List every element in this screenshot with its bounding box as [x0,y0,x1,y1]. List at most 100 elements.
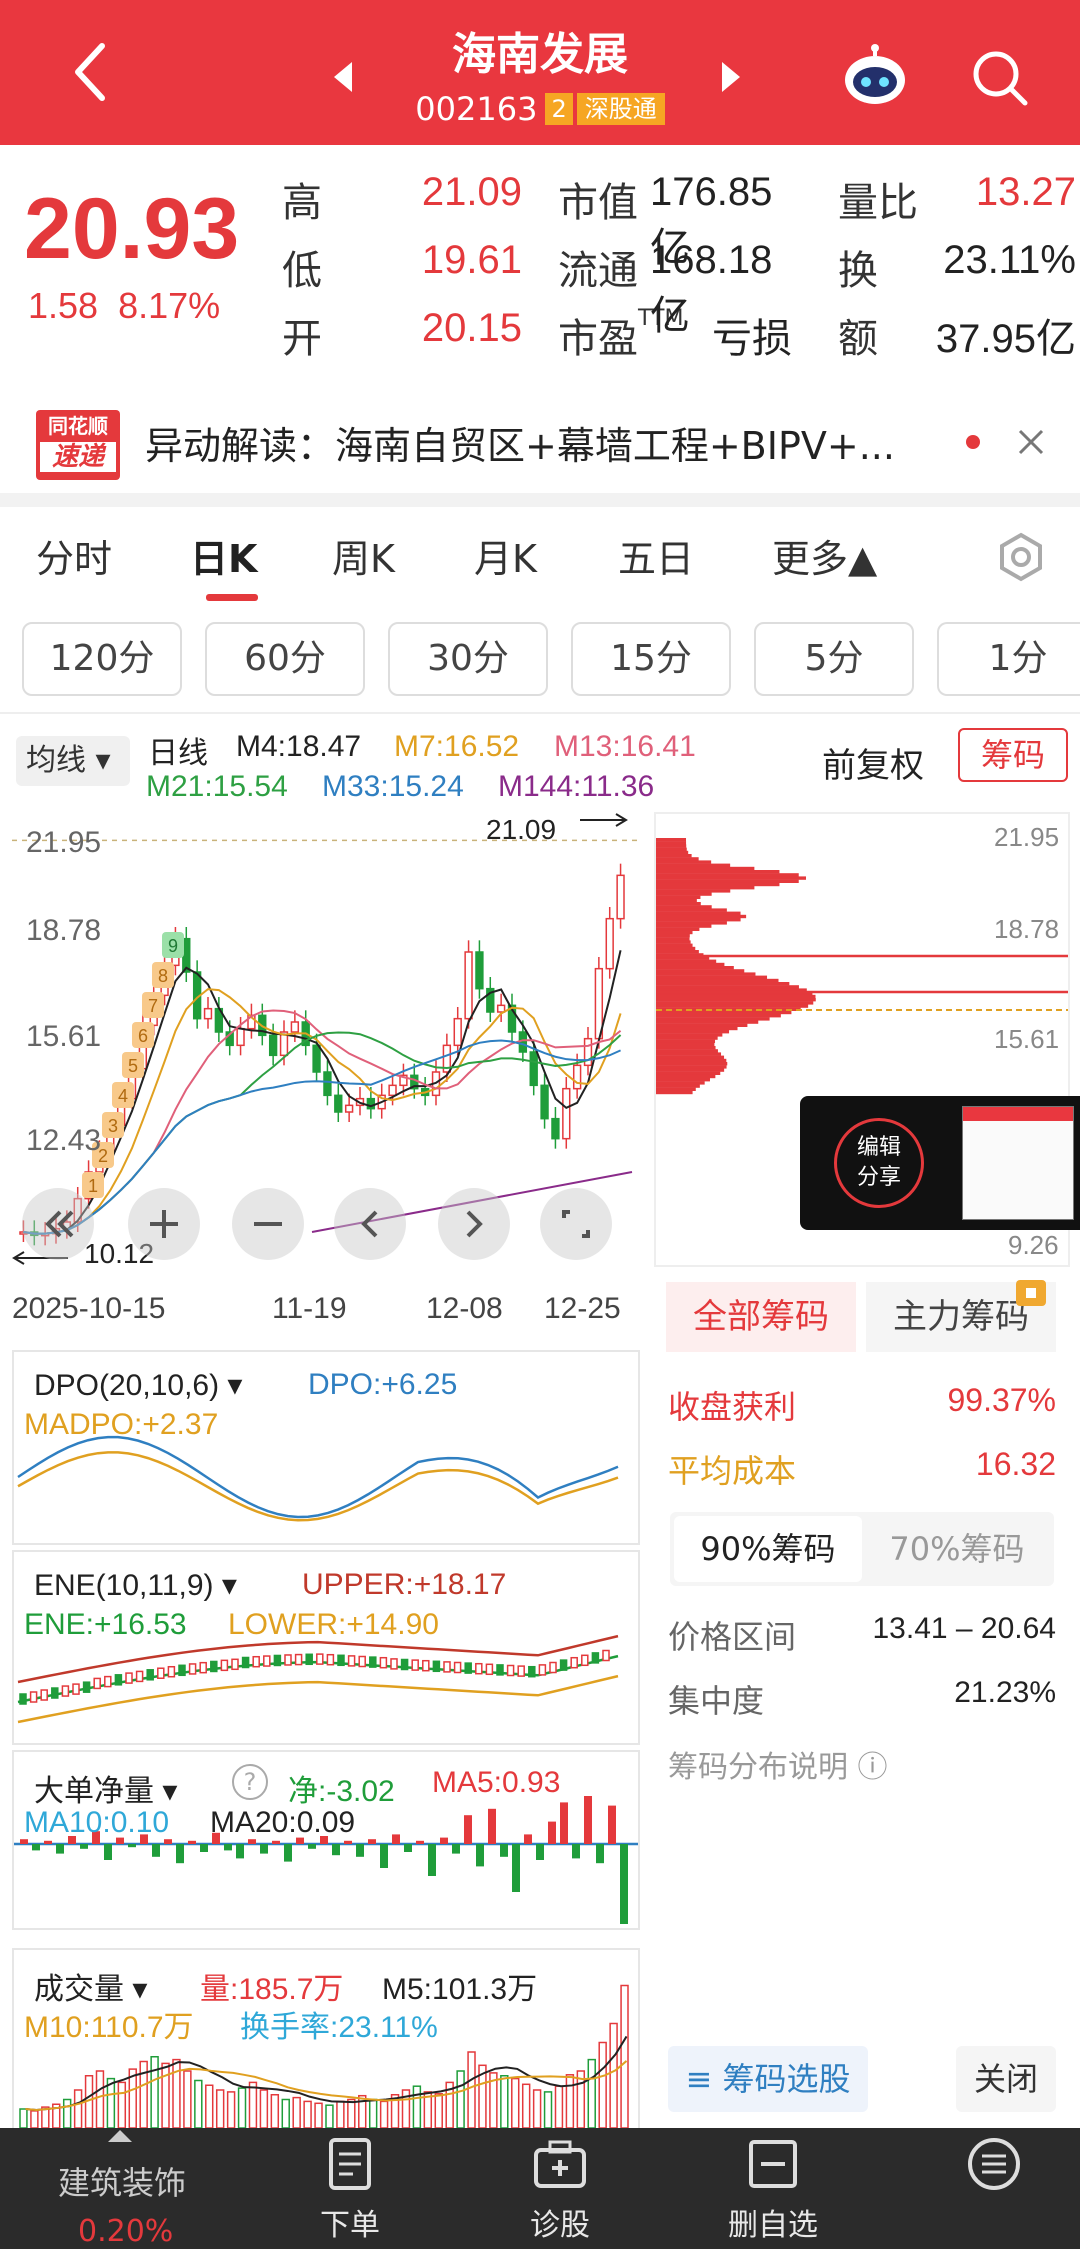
bigorder-bar [608,1805,616,1844]
chip-bar [656,914,747,919]
candle-body [540,1084,549,1120]
btn-5min[interactable]: 5分 [754,622,914,696]
volume-bar [270,2094,280,2128]
close-icon[interactable] [1016,427,1046,457]
candle-body [496,1004,506,1013]
zoom-out-button[interactable] [232,1188,304,1260]
expand-icon[interactable] [108,2130,132,2142]
btn-1min[interactable]: 1分 [937,622,1080,696]
tab-monthly-k[interactable]: 月K [474,528,537,583]
market-badge: 深股通 [576,93,665,125]
news-banner[interactable]: 同花顺 速递 异动解读：海南自贸区+幕墙工程+BIPV+... [0,385,1080,500]
chip-button[interactable]: 筹码 [958,728,1068,782]
settings-icon[interactable] [996,532,1046,582]
tab-five-day[interactable]: 五日 [618,528,694,583]
chip-bar [656,927,700,931]
edit-share-button[interactable]: 编辑 分享 [834,1118,924,1208]
tab-indicator [206,594,258,601]
ene-candle [104,1675,112,1688]
chip-bar [656,940,691,944]
btn-90-chips[interactable]: 90%筹码 [674,1516,862,1582]
screenshot-thumbnail[interactable] [962,1106,1074,1220]
fast-back-button[interactable] [22,1188,94,1260]
chip-bar [656,1014,781,1018]
btn-30min[interactable]: 30分 [388,622,548,696]
fullscreen-button[interactable] [540,1188,612,1260]
candle-body [334,1094,343,1113]
adjust-mode[interactable]: 前复权 [822,738,924,787]
ene-candle [591,1652,600,1664]
chip-select-button[interactable]: ≡ 筹码选股 [668,2046,868,2112]
zoom-in-button[interactable] [128,1188,200,1260]
ene-upper: UPPER:+18.17 [302,1568,507,1601]
chip-percent-toggle: 90%筹码 70%筹码 [670,1512,1054,1586]
chip-explain-link[interactable]: 筹码分布说明 ⓘ [668,1742,888,1786]
pe-value: 亏损 [712,317,792,361]
tab-all-chips[interactable]: 全部筹码 [666,1282,856,1352]
ene-candle [252,1655,260,1668]
ene-candle [581,1654,589,1667]
candle-body [290,1021,300,1033]
bigorder-bar [548,1821,556,1844]
chip-close-button[interactable]: 关闭 [956,2046,1056,2112]
chip-bar [656,889,731,893]
dpo-value: DPO:+6.25 [308,1368,458,1401]
btn-70-chips[interactable]: 70%筹码 [864,1516,1050,1582]
chip-bar [656,937,690,941]
ene-candle [337,1654,345,1667]
ene-candle [19,1693,27,1705]
diagnose-button[interactable]: 诊股 [510,2136,610,2244]
max-price-marker: 21.09 [486,814,557,845]
chip-bar [656,1036,718,1040]
chip-bar [656,1090,693,1095]
ma13-label: M13:16.41 [554,730,696,763]
scroll-right-button[interactable] [438,1188,510,1260]
help-icon[interactable]: ? [232,1764,268,1800]
order-button[interactable]: 下单 [300,2136,400,2244]
chip-bar [656,998,816,1002]
sector-name[interactable]: 建筑装饰 [58,2158,186,2204]
btn-60min[interactable]: 60分 [205,622,365,696]
search-icon[interactable] [970,48,1030,108]
madpo-value: MADPO:+2.37 [24,1408,219,1441]
chip-bar [656,1046,716,1050]
robot-assistant-icon[interactable] [842,44,908,106]
chip-bar [656,946,696,951]
more-menu-button[interactable] [944,2136,1044,2200]
chip-bar [656,838,687,842]
chip-bar [656,1004,809,1008]
vol-ratio-label: 量比 [838,180,918,226]
bigorder-bar [104,1844,112,1860]
volume-bar [183,2070,192,2128]
btn-120min[interactable]: 120分 [22,622,182,696]
chip-bar [656,879,799,883]
ma-selector[interactable]: 均线 ▾ [16,736,130,786]
mcap-label: 市值 [558,180,638,226]
ene-candle [146,1669,154,1681]
volume-turnover: 换手率:23.11% [240,2011,438,2044]
chip-bar [656,1084,700,1088]
chip-bar [656,863,731,867]
ene-candle [220,1659,229,1672]
candle-body [344,1104,354,1113]
news-text[interactable]: 异动解读：海南自贸区+幕墙工程+BIPV+... [145,415,895,470]
dpo-selector[interactable]: DPO(20,10,6) ▾ [34,1368,243,1403]
tab-minute[interactable]: 分时 [36,528,112,583]
remove-favorite-button[interactable]: 删自选 [718,2136,828,2244]
scroll-left-button[interactable] [334,1188,406,1260]
tab-more[interactable]: 更多▲ [772,528,877,583]
bigorder-selector[interactable]: 大单净量 ▾ [34,1766,177,1810]
tab-daily-k[interactable]: 日K [190,528,257,583]
bigorder-bar [308,1844,316,1849]
volume-bar [314,2102,323,2128]
chip-y-21-95: 21.95 [994,822,1060,852]
chip-bar [656,1042,715,1047]
tab-weekly-k[interactable]: 周K [332,528,395,583]
candle-body [312,1044,321,1073]
btn-15min[interactable]: 15分 [571,622,731,696]
chip-bar [656,924,712,928]
remove-favorite-label: 删自选 [728,2208,818,2243]
share-overlay[interactable]: 编辑 分享 [800,1096,1080,1230]
ene-candle [316,1653,324,1665]
ene-selector[interactable]: ENE(10,11,9) ▾ [34,1568,237,1603]
